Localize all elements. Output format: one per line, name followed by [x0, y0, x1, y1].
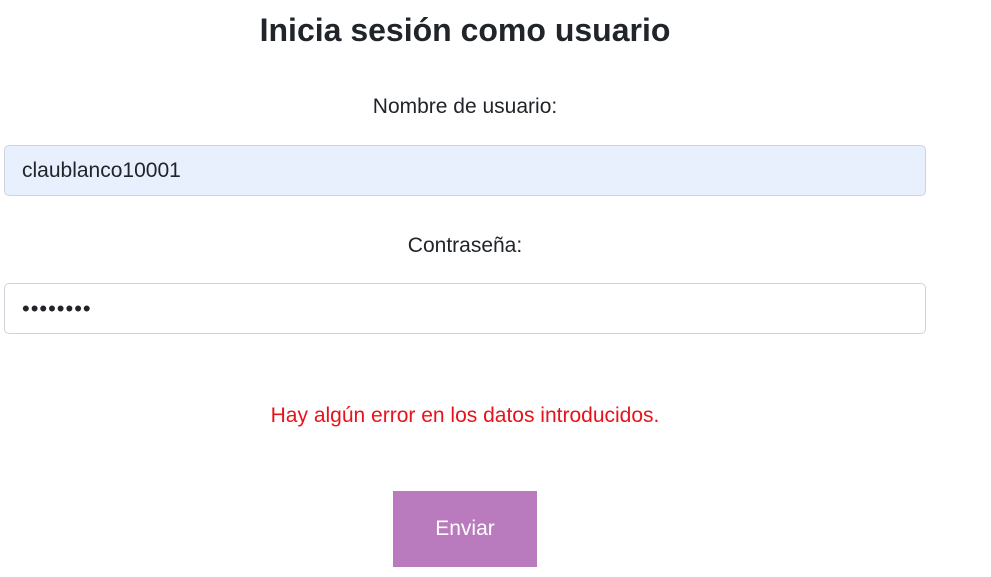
password-input[interactable] [4, 283, 926, 334]
password-label: Contraseña: [407, 234, 523, 257]
username-label: Nombre de usuario: [372, 95, 558, 118]
submit-button[interactable]: Enviar [393, 491, 537, 567]
page-title: Inicia sesión como usuario [259, 12, 671, 48]
error-message: Hay algún error en los datos introducido… [270, 404, 660, 427]
username-input[interactable] [4, 145, 926, 196]
